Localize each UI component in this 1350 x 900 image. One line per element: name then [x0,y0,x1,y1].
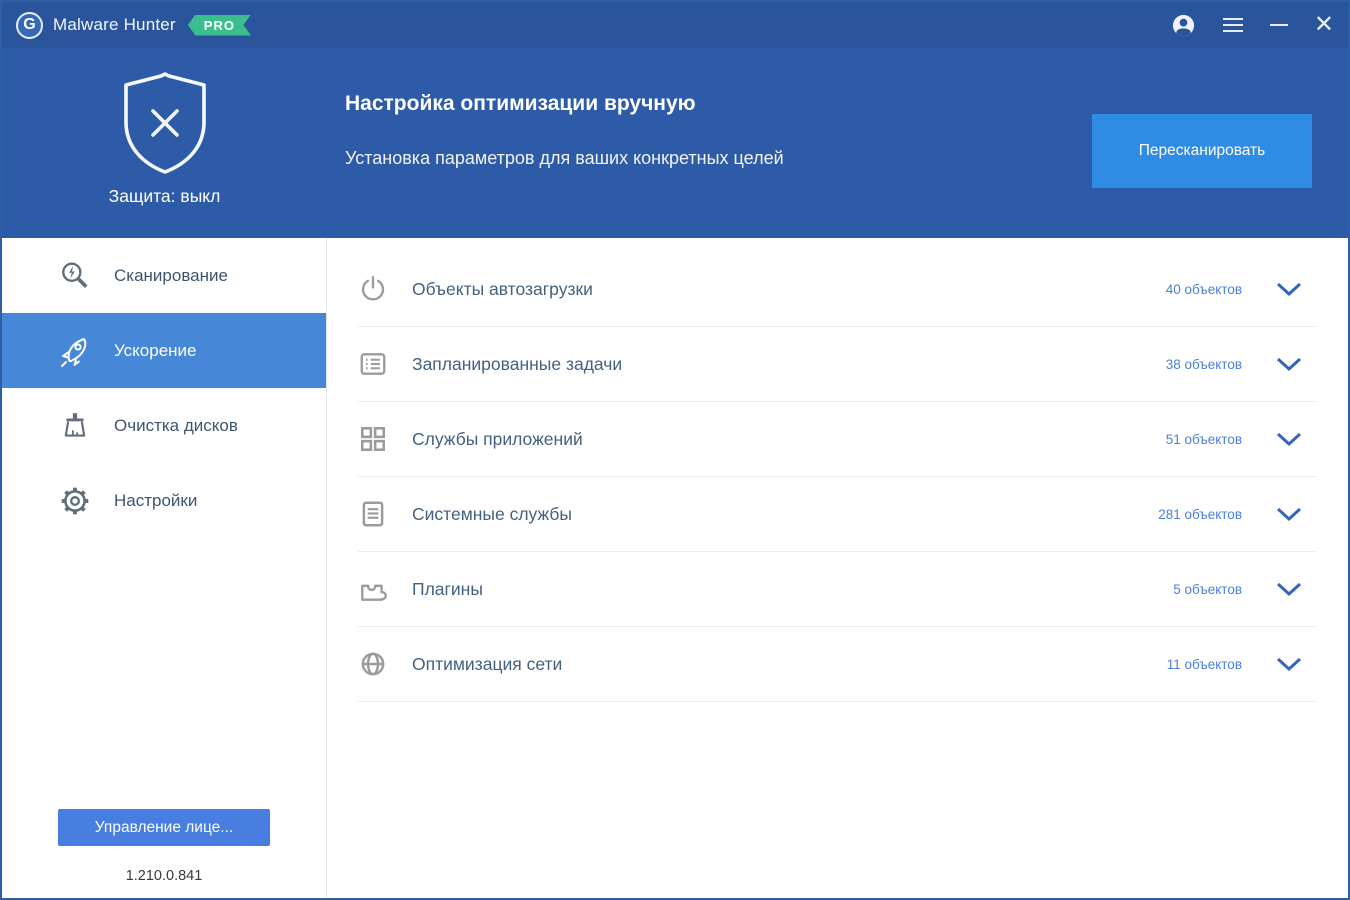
chevron-down-icon[interactable] [1276,282,1302,297]
task-list-icon [358,349,388,379]
pro-badge: PRO [188,15,251,36]
puzzle-icon [358,574,388,604]
close-button[interactable]: ✕ [1314,13,1334,37]
power-icon [358,274,388,304]
page-title: Настройка оптимизации вручную [345,92,696,116]
list-item-network-optimization[interactable]: Оптимизация сети 11 объектов [358,627,1316,702]
chevron-down-icon[interactable] [1276,657,1302,672]
rescan-button[interactable]: Пересканировать [1092,114,1312,188]
list-item-label: Оптимизация сети [412,654,562,675]
chevron-down-icon[interactable] [1276,432,1302,447]
sidebar-item-settings[interactable]: Настройки [2,463,326,538]
sidebar-item-label: Сканирование [114,266,228,286]
header-banner: Защита: выкл Настройка оптимизации вручн… [2,48,1348,238]
list-item-label: Плагины [412,579,483,600]
optimization-list: Объекты автозагрузки 40 объектов Заплани… [328,238,1348,898]
app-version: 1.210.0.841 [2,868,326,884]
app-logo-icon: G [16,12,43,39]
list-item-label: Службы приложений [412,429,583,450]
object-count: 51 объектов [1166,432,1242,447]
shield-off-icon [119,70,211,176]
sidebar-item-label: Ускорение [114,341,197,361]
list-item-label: Системные службы [412,504,572,525]
grid-icon [358,424,388,454]
sidebar-item-speedup[interactable]: Ускорение [2,313,326,388]
app-window: G Malware Hunter PRO ✕ [0,0,1350,900]
object-count: 281 объектов [1158,507,1242,522]
document-lines-icon [358,499,388,529]
scan-icon [58,260,92,292]
sidebar-item-label: Настройки [114,491,197,511]
object-count: 11 объектов [1167,657,1242,672]
list-item-label: Запланированные задачи [412,354,622,375]
menu-icon[interactable] [1222,17,1244,33]
minimize-button[interactable] [1270,24,1288,26]
sidebar-item-disk-cleanup[interactable]: Очистка дисков [2,388,326,463]
list-item-app-services[interactable]: Службы приложений 51 объектов [358,402,1316,477]
list-item-plugins[interactable]: Плагины 5 объектов [358,552,1316,627]
globe-icon [358,649,388,679]
rocket-icon [58,334,92,368]
list-item-system-services[interactable]: Системные службы 281 объектов [358,477,1316,552]
sidebar-item-scan[interactable]: Сканирование [2,238,326,313]
object-count: 5 объектов [1173,582,1242,597]
account-icon[interactable] [1171,13,1196,38]
manage-license-button[interactable]: Управление лице... [58,809,270,846]
protection-status: Защита: выкл [109,186,221,207]
object-count: 38 объектов [1166,357,1242,372]
titlebar: G Malware Hunter PRO ✕ [2,2,1348,48]
gear-icon [58,485,92,517]
broom-icon [58,410,92,442]
page-subtitle: Установка параметров для ваших конкретны… [345,148,784,169]
sidebar: Сканирование Ускорение [2,238,327,898]
list-item-startup[interactable]: Объекты автозагрузки 40 объектов [358,252,1316,327]
list-item-scheduled-tasks[interactable]: Запланированные задачи 38 объектов [358,327,1316,402]
chevron-down-icon[interactable] [1276,582,1302,597]
app-title: Malware Hunter [53,15,176,35]
chevron-down-icon[interactable] [1276,357,1302,372]
list-item-label: Объекты автозагрузки [412,279,593,300]
object-count: 40 объектов [1166,282,1242,297]
sidebar-item-label: Очистка дисков [114,416,238,436]
chevron-down-icon[interactable] [1276,507,1302,522]
